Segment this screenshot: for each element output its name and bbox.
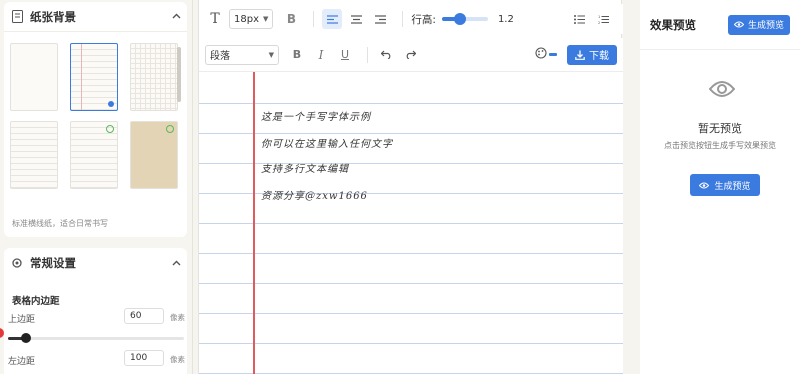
- top-margin-label: 上边距: [8, 315, 36, 325]
- preview-panel: 效果预览 生成预览 暂无预览 点击预览按钮生成手写效果预览 生成预览: [640, 0, 800, 374]
- margin-line: [253, 72, 255, 374]
- align-left-button[interactable]: [322, 9, 343, 29]
- preview-title: 效果预览: [650, 17, 696, 32]
- left-margin-input[interactable]: 100: [124, 350, 164, 366]
- top-margin-unit: 像素: [170, 313, 185, 322]
- generate-preview-label: 生成预览: [714, 181, 751, 192]
- selected-indicator: [108, 101, 114, 107]
- divider: [313, 11, 315, 27]
- redo-icon[interactable]: [400, 45, 420, 65]
- left-margin-unit: 像素: [170, 355, 185, 364]
- general-settings-header[interactable]: 常规设置: [4, 248, 187, 278]
- editor-line-2: 你可以在这里输入任何文字: [261, 139, 393, 150]
- divider: [402, 11, 404, 27]
- chevron-down-icon: ▼: [268, 50, 274, 59]
- font-size-select[interactable]: 18px ▼: [229, 9, 274, 29]
- chevron-up-icon[interactable]: [172, 11, 181, 22]
- toolbar-row-1: T 18px ▼ B 行高: 1.2 12: [199, 4, 623, 34]
- padding-group-title: 表格内边距: [12, 296, 60, 307]
- paper-thumb-grid[interactable]: [130, 43, 178, 111]
- font-icon[interactable]: T: [205, 9, 225, 29]
- paper-background-title: 纸张背景: [30, 9, 76, 24]
- thumbnail-scrollbar[interactable]: [177, 47, 181, 102]
- svg-text:1: 1: [598, 15, 600, 19]
- paper-thumb-notebook[interactable]: [10, 121, 58, 189]
- underline-button[interactable]: U: [335, 45, 355, 65]
- paper-thumb-lined-selected[interactable]: [70, 43, 118, 111]
- line-height-slider-knob[interactable]: [453, 13, 466, 25]
- download-label: 下载: [589, 51, 609, 62]
- italic-button[interactable]: I: [311, 45, 331, 65]
- empty-preview-title: 暂无预览: [698, 122, 742, 135]
- paper-background-header[interactable]: 纸张背景: [4, 2, 187, 32]
- palette-icon: [535, 47, 547, 62]
- editor-panel: T 18px ▼ B 行高: 1.2 12 段落 ▼ B I U 下载 这是一个…: [198, 0, 623, 374]
- paper-thumb-vintage[interactable]: [130, 121, 178, 189]
- editor-line-1: 这是一个手写字体示例: [261, 112, 371, 123]
- bold-button-2[interactable]: B: [287, 45, 307, 65]
- paragraph-select-value: 段落: [210, 51, 230, 62]
- clock-icon: [106, 125, 114, 133]
- chevron-down-icon: ▼: [263, 15, 269, 23]
- color-picker[interactable]: [535, 47, 557, 62]
- editor-line-3: 支持多行文本编辑: [261, 164, 349, 175]
- download-button[interactable]: 下载: [567, 44, 617, 65]
- empty-preview-hint: 点击预览按钮生成手写效果预览: [664, 141, 776, 150]
- align-right-button[interactable]: [370, 9, 390, 29]
- generate-preview-button[interactable]: 生成预览: [690, 174, 760, 196]
- gear-icon: [10, 256, 24, 270]
- align-center-button[interactable]: [346, 9, 366, 29]
- general-settings-card: 常规设置 表格内边距 上边距 60 像素 左边距 100 像素: [4, 248, 187, 374]
- numbered-list-button[interactable]: 12: [593, 9, 613, 29]
- paper-thumbnail-grid: [8, 42, 180, 202]
- general-settings-title: 常规设置: [30, 256, 76, 270]
- bullet-list-button[interactable]: [569, 9, 589, 29]
- eye-icon: [733, 21, 744, 28]
- color-swatch: [549, 53, 557, 56]
- line-height-label: 行高:: [411, 13, 436, 26]
- header-generate-preview-label: 生成预览: [747, 21, 784, 31]
- bold-button[interactable]: B: [281, 9, 301, 29]
- left-panel: 纸张背景 标准横线纸，适合日常书写 常规设置 表格内边距 上边距 60 像素 左…: [0, 0, 193, 374]
- line-height-slider[interactable]: [441, 13, 488, 25]
- left-margin-label: 左边距: [8, 357, 36, 367]
- paper-background-card: 纸张背景 标准横线纸，适合日常书写: [4, 2, 187, 237]
- paper-description: 标准横线纸，适合日常书写: [12, 219, 108, 228]
- line-height-value: 1.2: [497, 13, 514, 25]
- toolbar-row-2: 段落 ▼ B I U 下载: [199, 38, 623, 72]
- top-margin-input[interactable]: 60: [124, 308, 164, 324]
- preview-header: 效果预览 生成预览: [640, 0, 800, 50]
- top-margin-slider-knob[interactable]: [21, 333, 31, 343]
- undo-icon[interactable]: [376, 45, 396, 65]
- eye-icon: [699, 182, 710, 189]
- paper-thumb-blank[interactable]: [10, 43, 58, 111]
- top-margin-slider[interactable]: [8, 333, 184, 343]
- paragraph-select[interactable]: 段落 ▼: [205, 44, 279, 65]
- svg-text:2: 2: [598, 21, 600, 24]
- font-size-value: 18px: [234, 13, 259, 25]
- document-icon: [10, 10, 24, 24]
- divider: [367, 46, 368, 63]
- download-icon: [575, 50, 585, 60]
- eye-icon: [708, 80, 736, 101]
- clock-icon: [166, 125, 174, 133]
- editor-line-4: 资源分享@zxw1666: [261, 191, 368, 202]
- header-generate-preview-button[interactable]: 生成预览: [727, 14, 790, 35]
- chevron-up-icon[interactable]: [172, 258, 181, 269]
- paper-thumb-letter[interactable]: [70, 121, 118, 189]
